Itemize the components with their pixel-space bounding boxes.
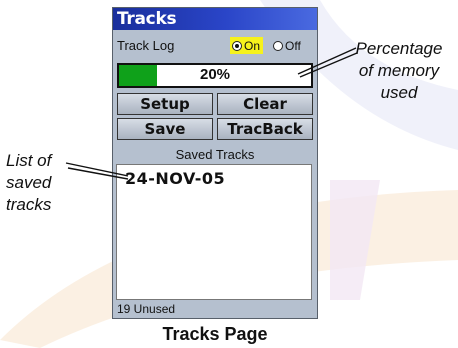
- clear-button[interactable]: Clear: [217, 93, 313, 115]
- page-title: Tracks: [117, 9, 177, 29]
- radio-selected-icon: [232, 40, 242, 51]
- setup-button[interactable]: Setup: [117, 93, 213, 115]
- callout-line: tracks: [6, 195, 52, 214]
- title-bar: Tracks: [113, 8, 317, 30]
- radio-on-label: On: [244, 38, 261, 53]
- saved-track-item[interactable]: 24-NOV-05: [125, 169, 225, 188]
- track-log-on-radio[interactable]: On: [230, 37, 264, 54]
- tracback-button[interactable]: TracBack: [217, 118, 313, 140]
- callout-line: Percentage: [355, 39, 443, 58]
- unused-count: 19 Unused: [117, 302, 176, 316]
- track-log-off-radio[interactable]: Off: [271, 37, 303, 54]
- figure-caption: Tracks Page: [162, 324, 268, 344]
- callout-line: saved: [6, 173, 52, 192]
- saved-tracks-header: Saved Tracks: [175, 147, 255, 162]
- gps-screen: Tracks Track Log On Off 20% Setup Clear …: [112, 7, 318, 319]
- callout-memory-percentage: Percentage of memory used: [340, 38, 458, 104]
- callout-line: of memory: [358, 61, 440, 80]
- radio-off-label: Off: [285, 38, 301, 53]
- saved-tracks-list[interactable]: 24-NOV-05: [116, 164, 312, 300]
- track-log-row: Track Log On Off: [117, 36, 313, 56]
- callout-line: used: [380, 83, 418, 102]
- callout-saved-tracks: List of saved tracks: [6, 150, 51, 216]
- memory-usage-percent: 20%: [199, 66, 231, 83]
- track-log-label: Track Log: [117, 38, 175, 53]
- memory-usage-bar: 20%: [117, 63, 313, 88]
- callout-line: List of: [6, 151, 52, 170]
- save-button[interactable]: Save: [117, 118, 213, 140]
- radio-unselected-icon: [273, 40, 283, 51]
